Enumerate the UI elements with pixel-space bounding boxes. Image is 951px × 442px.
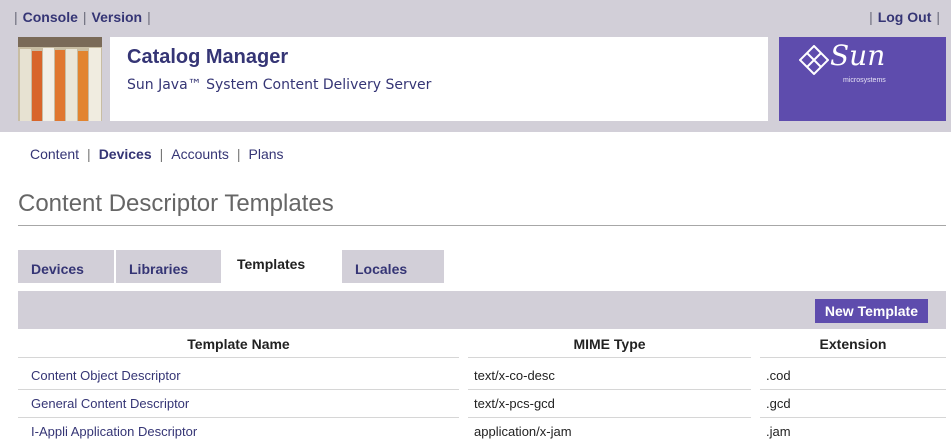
console-link[interactable]: Console bbox=[23, 9, 78, 25]
book-spine bbox=[32, 51, 42, 121]
extension-cell: .gcd bbox=[760, 390, 946, 418]
header-mime-type: MIME Type bbox=[468, 330, 751, 358]
tab-libraries[interactable]: Libraries bbox=[116, 250, 221, 283]
table-toolbar: New Template bbox=[18, 291, 946, 329]
template-name-link[interactable]: General Content Descriptor bbox=[18, 390, 459, 418]
version-link[interactable]: Version bbox=[92, 9, 143, 25]
book-spine bbox=[89, 48, 101, 121]
mime-type-cell: application/x-jam bbox=[468, 418, 751, 442]
new-template-button[interactable]: New Template bbox=[814, 299, 928, 323]
app-title: Catalog Manager bbox=[127, 46, 289, 68]
bookshelf-image bbox=[18, 37, 102, 121]
mime-type-cell: text/x-co-desc bbox=[468, 362, 751, 390]
header-template-name: Template Name bbox=[18, 330, 459, 358]
logo-word: Sun bbox=[830, 39, 886, 72]
separator: | bbox=[14, 9, 18, 25]
tab-locales[interactable]: Locales bbox=[342, 250, 444, 283]
book-spine bbox=[20, 49, 31, 121]
sun-logo: Sun microsystems bbox=[779, 37, 946, 121]
app-subtitle: Sun Java™ System Content Delivery Server bbox=[127, 77, 432, 93]
nav-content[interactable]: Content bbox=[30, 146, 79, 162]
separator: | bbox=[87, 146, 91, 162]
separator: | bbox=[159, 146, 164, 162]
primary-nav: Content | Devices | Accounts | Plans bbox=[30, 146, 284, 162]
separator: | bbox=[936, 9, 940, 25]
logo-micro: microsystems bbox=[843, 77, 886, 84]
shelf-shape bbox=[18, 37, 102, 47]
book-spine bbox=[66, 49, 77, 121]
book-spine bbox=[43, 48, 54, 121]
page-title: Content Descriptor Templates bbox=[18, 190, 334, 217]
separator: | bbox=[147, 9, 151, 25]
masthead: | Console | Version | | Log Out | Catalo… bbox=[0, 0, 951, 132]
nav-accounts[interactable]: Accounts bbox=[171, 146, 229, 162]
mime-type-cell: text/x-pcs-gcd bbox=[468, 390, 751, 418]
template-name-link[interactable]: I-Appli Application Descriptor bbox=[18, 418, 459, 442]
extension-cell: .jam bbox=[760, 418, 946, 442]
book-spine bbox=[78, 51, 88, 121]
utility-right: | Log Out | bbox=[864, 9, 945, 25]
banner: Catalog Manager Sun Java™ System Content… bbox=[110, 37, 768, 121]
header-extension: Extension bbox=[760, 330, 946, 358]
nav-plans[interactable]: Plans bbox=[249, 146, 284, 162]
extension-cell: .cod bbox=[760, 362, 946, 390]
divider bbox=[18, 225, 946, 226]
separator: | bbox=[82, 9, 87, 25]
separator: | bbox=[869, 9, 873, 25]
separator: | bbox=[236, 146, 241, 162]
logout-link[interactable]: Log Out bbox=[878, 9, 932, 25]
table-row: General Content Descriptor text/x-pcs-gc… bbox=[18, 390, 946, 418]
tab-bar: Devices Libraries Templates Locales bbox=[18, 246, 946, 283]
tab-templates[interactable]: Templates bbox=[225, 246, 340, 283]
tab-devices[interactable]: Devices bbox=[18, 250, 114, 283]
table-row: Content Object Descriptor text/x-co-desc… bbox=[18, 362, 946, 390]
template-name-link[interactable]: Content Object Descriptor bbox=[18, 362, 459, 390]
table-header: Template Name MIME Type Extension bbox=[18, 330, 946, 358]
book-spine bbox=[55, 50, 65, 121]
utility-bar: | Console | Version | | Log Out | bbox=[0, 0, 951, 36]
sun-diamond-icon bbox=[799, 45, 829, 75]
utility-left: | Console | Version | bbox=[9, 9, 156, 25]
nav-devices[interactable]: Devices bbox=[99, 146, 152, 162]
table-row: I-Appli Application Descriptor applicati… bbox=[18, 418, 946, 442]
